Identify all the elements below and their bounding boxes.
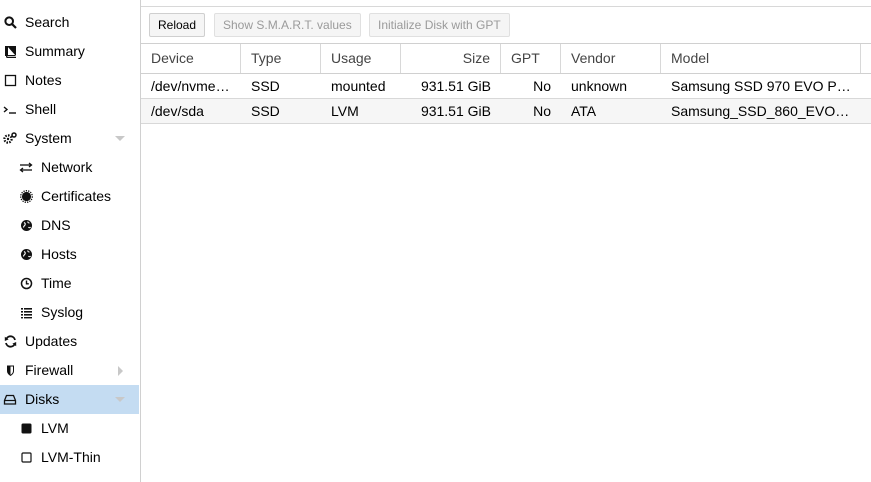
cell-device: /dev/sda	[151, 103, 204, 119]
cell-usage: mounted	[331, 78, 386, 94]
search-icon	[3, 15, 17, 29]
sidebar-item-label: Notes	[25, 72, 62, 88]
cell-size: 931.51 GiB	[420, 103, 491, 119]
sidebar-item-label: Firewall	[25, 362, 74, 378]
sidebar-item-label: Hosts	[41, 246, 77, 262]
sidebar-item-label: Shell	[25, 101, 57, 117]
cell-size: 931.51 GiB	[420, 78, 491, 94]
refresh-icon	[3, 334, 17, 348]
sidebar-nav: Search Summary Notes Shell System Networ…	[0, 0, 141, 482]
sidebar-item-syslog[interactable]: Syslog	[0, 298, 139, 327]
sidebar-item-label: Syslog	[41, 304, 84, 320]
sidebar-item-time[interactable]: Time	[0, 269, 139, 298]
cell-model: Samsung_SSD_860_EVO_1TB	[671, 103, 861, 119]
terminal-icon	[3, 102, 17, 116]
column-header-usage[interactable]: Usage	[321, 44, 401, 73]
chevron-down-icon[interactable]	[115, 397, 125, 402]
hdd-icon	[3, 392, 17, 406]
square-icon	[19, 421, 33, 435]
grid-header: Device Type Usage Size GPT Vendor Model	[141, 43, 871, 74]
cell-gpt: No	[533, 78, 551, 94]
certificate-icon	[19, 189, 33, 203]
globe-icon	[19, 218, 33, 232]
shield-icon	[3, 363, 17, 377]
cell-device: /dev/nvme0n1	[151, 78, 239, 94]
sidebar-item-search[interactable]: Search	[0, 8, 139, 37]
column-header-vendor[interactable]: Vendor	[561, 44, 661, 73]
chevron-right-icon[interactable]	[118, 366, 123, 376]
clock-icon	[19, 276, 33, 290]
cell-type: SSD	[251, 78, 280, 94]
toolbar: Reload Show S.M.A.R.T. values Initialize…	[141, 6, 871, 43]
sidebar-item-label: Certificates	[41, 188, 112, 204]
sidebar-item-summary[interactable]: Summary	[0, 37, 139, 66]
sidebar-item-label: LVM	[41, 420, 69, 436]
sidebar-item-label: DNS	[41, 217, 71, 233]
square-outline-icon	[19, 450, 33, 464]
reload-button[interactable]: Reload	[149, 13, 206, 37]
column-header-device[interactable]: Device	[141, 44, 241, 73]
sidebar-item-label: Updates	[25, 333, 78, 349]
column-header-size[interactable]: Size	[401, 44, 501, 73]
sidebar-item-updates[interactable]: Updates	[0, 327, 139, 356]
gears-icon	[3, 131, 17, 145]
sidebar-item-label: Disks	[25, 391, 60, 407]
cell-usage: LVM	[331, 103, 359, 119]
column-header-gpt[interactable]: GPT	[501, 44, 561, 73]
cell-vendor: ATA	[571, 103, 597, 119]
cell-type: SSD	[251, 103, 280, 119]
table-row[interactable]: /dev/sda SSD LVM 931.51 GiB No ATA Samsu…	[141, 99, 871, 124]
cell-vendor: unknown	[571, 78, 628, 94]
cell-gpt: No	[533, 103, 551, 119]
sidebar-item-lvm-thin[interactable]: LVM-Thin	[0, 443, 139, 472]
sidebar-item-label: Time	[41, 275, 72, 291]
show-smart-values-button[interactable]: Show S.M.A.R.T. values	[214, 13, 361, 37]
sidebar-item-lvm[interactable]: LVM	[0, 414, 139, 443]
sidebar-item-label: System	[25, 130, 72, 146]
list-icon	[19, 305, 33, 319]
sidebar-item-system[interactable]: System	[0, 124, 139, 153]
sidebar-item-label: LVM-Thin	[41, 449, 101, 465]
book-icon	[3, 44, 17, 58]
sidebar-item-shell[interactable]: Shell	[0, 95, 139, 124]
sidebar-item-certificates[interactable]: Certificates	[0, 182, 139, 211]
column-header-model[interactable]: Model	[661, 44, 861, 73]
column-header-type[interactable]: Type	[241, 44, 321, 73]
sidebar-item-label: Summary	[25, 43, 85, 59]
cell-model: Samsung SSD 970 EVO Plus 1TB	[671, 78, 861, 94]
sidebar-item-dns[interactable]: DNS	[0, 211, 139, 240]
exchange-icon	[19, 160, 33, 174]
sidebar-item-notes[interactable]: Notes	[0, 66, 139, 95]
globe-icon	[19, 247, 33, 261]
sidebar-item-label: Search	[25, 14, 70, 30]
initialize-disk-gpt-button[interactable]: Initialize Disk with GPT	[369, 13, 510, 37]
sidebar-item-firewall[interactable]: Firewall	[0, 356, 139, 385]
sidebar-item-label: Network	[41, 159, 93, 175]
disks-grid: Device Type Usage Size GPT Vendor Model …	[141, 43, 871, 124]
sidebar-item-network[interactable]: Network	[0, 153, 139, 182]
sidebar-item-disks[interactable]: Disks	[0, 385, 139, 414]
table-row[interactable]: /dev/nvme0n1 SSD mounted 931.51 GiB No u…	[141, 74, 871, 99]
note-icon	[3, 73, 17, 87]
sidebar-item-hosts[interactable]: Hosts	[0, 240, 139, 269]
chevron-down-icon[interactable]	[115, 136, 125, 141]
